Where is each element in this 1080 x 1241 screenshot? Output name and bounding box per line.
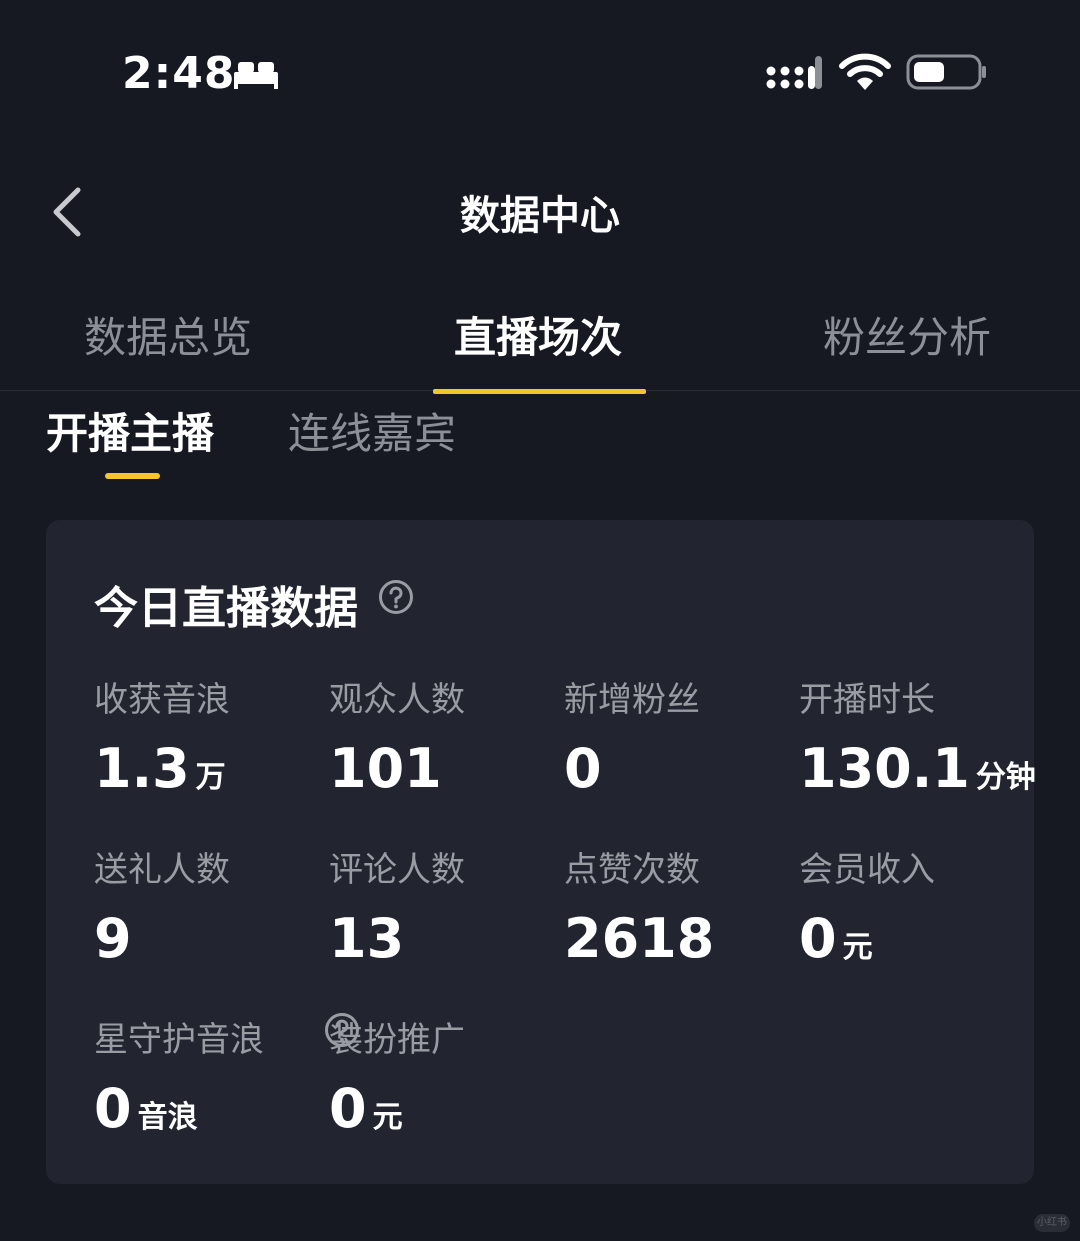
metric-label: 观众人数 (329, 680, 465, 720)
metric-value: 1.3 (94, 737, 190, 800)
help-icon[interactable] (378, 579, 414, 615)
metric-label: 收获音浪 (94, 680, 230, 720)
metric-label: 开播时长 (799, 680, 935, 720)
metric-value: 0 (329, 1077, 367, 1140)
metric-label: 星守护音浪 (94, 1020, 264, 1060)
metric-likes: 点赞次数 2618 (564, 842, 804, 970)
tab-live-sessions[interactable]: 直播场次 (454, 304, 622, 365)
metric-label: 送礼人数 (94, 850, 230, 890)
tab-data-overview[interactable]: 数据总览 (84, 304, 252, 365)
metric-value: 13 (329, 907, 405, 970)
metric-gift-senders: 送礼人数 9 (94, 842, 334, 970)
active-tab-indicator (433, 389, 646, 394)
metric-value: 0 (564, 737, 602, 800)
metric-live-duration: 开播时长 130.1 分钟 (799, 672, 1039, 800)
metric-unit: 元 (842, 930, 873, 965)
metric-unit: 万 (195, 760, 226, 795)
signal-icon (766, 56, 822, 89)
status-bar: 2:48 (0, 0, 1080, 150)
metric-commenters: 评论人数 13 (329, 842, 569, 970)
metric-value: 130.1 (799, 737, 970, 800)
subtab-guest[interactable]: 连线嘉宾 (288, 400, 456, 461)
page-title: 数据中心 (460, 193, 620, 239)
tab-fan-analysis[interactable]: 粉丝分析 (823, 304, 991, 365)
subtab-host[interactable]: 开播主播 (46, 400, 214, 461)
metric-label-row: 星守护音浪 (94, 1012, 359, 1061)
metric-value: 2618 (564, 907, 715, 970)
metric-value: 9 (94, 907, 132, 970)
status-time: 2:48 (122, 48, 236, 99)
today-live-data-card: 今日直播数据 收获音浪 1.3 万 观众人数 101 新增粉丝 0 开播时长 13… (46, 520, 1036, 1184)
top-tab-bar: 数据总览 直播场次 粉丝分析 (0, 290, 1080, 394)
metric-label: 装扮推广 (329, 1020, 465, 1060)
metric-viewers: 观众人数 101 (329, 672, 569, 800)
metric-new-fans: 新增粉丝 0 (564, 672, 804, 800)
metric-sound-waves: 收获音浪 1.3 万 (94, 672, 334, 800)
active-subtab-indicator (105, 473, 160, 479)
metric-unit: 元 (372, 1100, 403, 1135)
metric-member-income: 会员收入 0元 (799, 842, 1039, 970)
metric-label: 点赞次数 (564, 850, 700, 890)
metric-unit: 音浪 (137, 1100, 198, 1135)
metric-star-guard: 星守护音浪 0 音浪 (94, 1012, 359, 1140)
metric-value: 101 (329, 737, 442, 800)
battery-icon (906, 54, 986, 90)
bed-icon (234, 62, 278, 89)
card-title: 今日直播数据 (94, 583, 358, 634)
metric-label: 新增粉丝 (564, 680, 700, 720)
wifi-icon (839, 53, 891, 90)
metric-decoration-promo: 装扮推广 0元 (329, 1012, 569, 1140)
watermark-badge: 小红书 (1034, 1214, 1070, 1232)
metric-unit: 分钟 (975, 760, 1036, 795)
metric-value: 0 (799, 907, 837, 970)
metric-label: 会员收入 (799, 850, 935, 890)
metric-label: 评论人数 (329, 850, 465, 890)
metric-value: 0 (94, 1077, 132, 1140)
